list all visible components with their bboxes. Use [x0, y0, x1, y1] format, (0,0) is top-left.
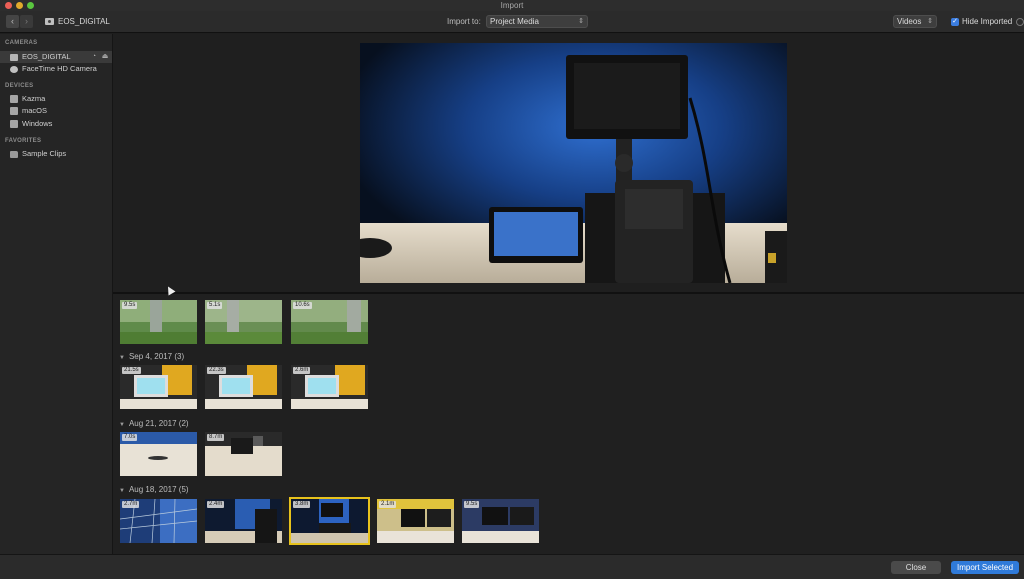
clip-thumbnail[interactable]: 2.1m — [377, 499, 454, 543]
camera-icon — [45, 18, 54, 25]
clip-thumbnail[interactable]: 9.5s — [120, 300, 197, 344]
sidebar-item-label: EOS_DIGITAL — [22, 52, 71, 61]
date-group-label: Aug 18, 2017 (5) — [128, 485, 189, 494]
sidebar-item-facetime-camera[interactable]: FaceTime HD Camera — [0, 63, 112, 75]
sidebar-item-label: Windows — [22, 119, 53, 128]
sidebar-item-label: Sample Clips — [22, 149, 67, 158]
updown-chevron-icon: ⇕ — [578, 18, 584, 25]
progress-icon: ◔ — [91, 53, 97, 60]
sidebar-item-label: FaceTime HD Camera — [22, 64, 97, 73]
sidebar-item-label: Kazma — [22, 94, 46, 103]
section-devices: DEVICES — [5, 83, 34, 89]
import-to-value: Project Media — [490, 17, 539, 26]
clip-duration: 8.7m — [207, 434, 225, 441]
clip-thumbnail[interactable]: 5.1s — [205, 300, 282, 344]
updown-chevron-icon: ⇕ — [927, 18, 933, 25]
current-source: EOS_DIGITAL — [45, 17, 110, 26]
clip-thumbnail[interactable]: 2.4m — [205, 499, 282, 543]
sidebar: CAMERAS EOS_DIGITAL ◔ ⏏ FaceTime HD Came… — [0, 34, 113, 554]
back-button[interactable]: ‹ — [6, 15, 19, 28]
media-filter-select[interactable]: Videos ⇕ — [893, 15, 937, 28]
sidebar-item-macos[interactable]: macOS — [0, 105, 112, 117]
hide-imported-toggle[interactable]: ✓ Hide Imported — [951, 17, 1012, 26]
clip-browser: 9.5s 5.1s 10.6s ▼ Sep 4, 2017 (3) 21.5s 2… — [113, 294, 1024, 554]
clip-thumbnail[interactable]: 2.6m — [291, 365, 368, 409]
folder-icon — [10, 151, 18, 158]
window-title: Import — [500, 1, 524, 10]
date-group-label: Sep 4, 2017 (3) — [128, 352, 185, 361]
clip-duration: 7.0s — [122, 434, 138, 441]
webcam-icon — [10, 66, 18, 73]
sidebar-item-kazma[interactable]: Kazma — [0, 93, 112, 105]
clip-thumbnail[interactable]: 8.7m — [205, 432, 282, 476]
clip-thumbnail[interactable]: 7.0s — [120, 432, 197, 476]
clip-thumbnail[interactable]: 2.7m — [120, 499, 197, 543]
section-favorites: FAVORITES — [5, 138, 42, 144]
disclosure-triangle-icon[interactable]: ▼ — [119, 355, 125, 361]
disclosure-triangle-icon[interactable]: ▼ — [119, 488, 125, 494]
clip-duration: 5.1s — [207, 302, 223, 309]
clip-duration: 2.6m — [293, 367, 311, 374]
drive-icon — [10, 95, 18, 103]
section-cameras: CAMERAS — [5, 40, 38, 46]
chevron-left-icon: ‹ — [11, 16, 14, 26]
title-bar: Import — [0, 0, 1024, 11]
sidebar-item-windows[interactable]: Windows — [0, 118, 112, 130]
current-source-label: EOS_DIGITAL — [58, 17, 110, 26]
date-group-header[interactable]: ▼ Aug 21, 2017 (2) — [119, 419, 189, 428]
checkmark-icon[interactable]: ✓ — [951, 17, 959, 26]
close-button[interactable]: Close — [891, 561, 941, 574]
clip-thumbnail[interactable]: 10.6s — [291, 300, 368, 344]
bottom-bar: Close Import Selected — [0, 554, 1024, 579]
preview-area — [113, 34, 1024, 292]
drive-icon — [10, 120, 18, 128]
clip-thumbnail[interactable]: 9.5s — [462, 499, 539, 543]
forward-button[interactable]: › — [20, 15, 33, 28]
toolbar: ‹ › EOS_DIGITAL Import to: Project Media… — [0, 11, 1024, 33]
clip-thumbnail-selected[interactable]: 3.8m — [289, 497, 370, 545]
sidebar-item-eos-digital[interactable]: EOS_DIGITAL ◔ ⏏ — [0, 51, 112, 63]
clip-duration: 9.5s — [122, 302, 138, 309]
clip-duration: 10.6s — [293, 302, 312, 309]
clip-duration: 9.5s — [464, 501, 480, 508]
import-to-select[interactable]: Project Media ⇕ — [486, 15, 588, 28]
eject-icon[interactable]: ⏏ — [101, 53, 109, 61]
camera-icon — [10, 54, 18, 61]
clip-duration: 3.8m — [293, 501, 311, 508]
disclosure-triangle-icon[interactable]: ▼ — [119, 422, 125, 428]
import-selected-button[interactable]: Import Selected — [951, 561, 1019, 574]
clip-duration: 21.5s — [122, 367, 141, 374]
media-filter-value: Videos — [897, 17, 922, 26]
sidebar-item-label: macOS — [22, 106, 48, 115]
chevron-right-icon: › — [25, 16, 28, 26]
clip-thumbnail[interactable]: 22.3s — [205, 365, 282, 409]
clip-duration: 2.1m — [379, 501, 397, 508]
date-group-header[interactable]: ▼ Aug 18, 2017 (5) — [119, 485, 189, 494]
clip-duration: 2.4m — [207, 501, 225, 508]
drive-icon — [10, 107, 18, 115]
clip-duration: 22.3s — [207, 367, 226, 374]
import-to-label: Import to: — [447, 17, 481, 26]
clip-thumbnail[interactable]: 21.5s — [120, 365, 197, 409]
sidebar-item-sample-clips[interactable]: Sample Clips — [0, 148, 112, 160]
date-group-label: Aug 21, 2017 (2) — [128, 419, 189, 428]
options-icon[interactable] — [1016, 18, 1024, 26]
date-group-header[interactable]: ▼ Sep 4, 2017 (3) — [119, 352, 184, 361]
clip-duration: 2.7m — [122, 501, 140, 508]
hide-imported-label: Hide Imported — [962, 17, 1013, 26]
clip-preview[interactable] — [360, 43, 787, 283]
preview-frame-image — [360, 43, 787, 283]
